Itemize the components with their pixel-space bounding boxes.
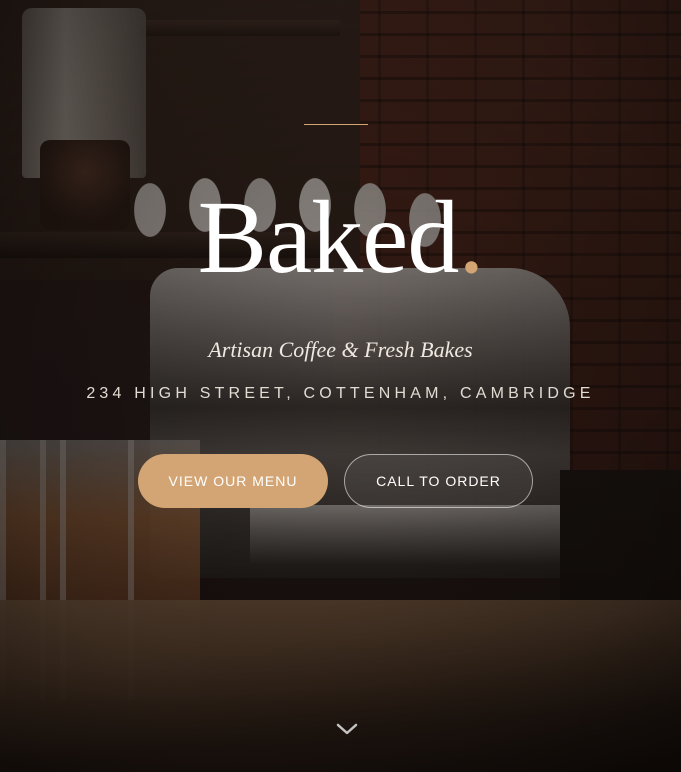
brand-dot: . (458, 180, 484, 295)
call-to-order-button[interactable]: CALL TO ORDER (344, 454, 533, 508)
brand-title: Baked. (0, 178, 681, 298)
chevron-down-icon-svg (336, 723, 358, 735)
hero-content: Baked. Artisan Coffee & Fresh Bakes 234 … (0, 0, 681, 772)
view-menu-button[interactable]: VIEW OUR MENU (138, 454, 328, 508)
decorative-rule (304, 124, 368, 125)
tagline: Artisan Coffee & Fresh Bakes (208, 337, 473, 362)
chevron-down-icon[interactable] (332, 718, 362, 740)
address: 234 HIGH STREET, COTTENHAM, CAMBRIDGE (86, 385, 595, 402)
brand-name: Baked (197, 180, 460, 295)
hero-section: Baked. Artisan Coffee & Fresh Bakes 234 … (0, 0, 681, 772)
